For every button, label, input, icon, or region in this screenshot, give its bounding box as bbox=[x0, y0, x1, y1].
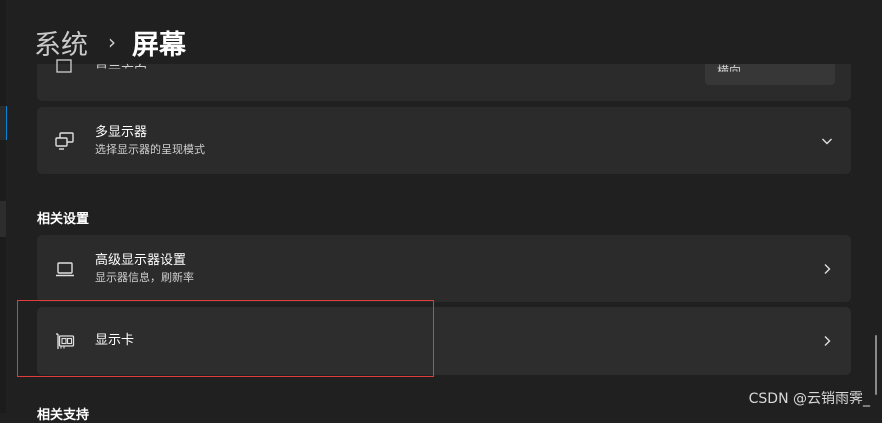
related-settings-heading: 相关设置 bbox=[37, 212, 90, 227]
scrollbar[interactable] bbox=[875, 335, 877, 395]
nav-pane-item[interactable] bbox=[0, 201, 6, 237]
multiple-displays-card[interactable]: 多显示器 选择显示器的呈现模式 bbox=[37, 107, 851, 174]
chevron-down-icon[interactable] bbox=[821, 135, 833, 147]
display-orientation-card: 显示方向 横向 bbox=[37, 59, 851, 101]
watermark: CSDN @云销雨霁_ bbox=[748, 391, 870, 407]
advanced-display-card[interactable]: 高级显示器设置 显示器信息，刷新率 bbox=[37, 235, 851, 302]
advanced-display-title: 高级显示器设置 bbox=[95, 253, 187, 268]
breadcrumb-system[interactable]: 系统 bbox=[34, 23, 88, 62]
multiple-displays-subtitle: 选择显示器的呈现模式 bbox=[95, 143, 205, 156]
red-highlight-annotation bbox=[17, 300, 434, 377]
related-support-heading: 相关支持 bbox=[37, 408, 90, 423]
nav-pane-selected-item[interactable] bbox=[0, 106, 7, 140]
display-orientation-dropdown[interactable]: 横向 bbox=[705, 64, 835, 85]
page-title: 屏幕 bbox=[132, 29, 186, 61]
advanced-display-subtitle: 显示器信息，刷新率 bbox=[95, 271, 194, 284]
display-orientation-title: 显示方向 bbox=[95, 64, 148, 79]
chevron-right-icon[interactable] bbox=[821, 335, 833, 347]
multiple-displays-icon bbox=[55, 131, 74, 150]
breadcrumb-separator: › bbox=[108, 30, 116, 54]
laptop-display-icon bbox=[56, 261, 74, 276]
display-orientation-value: 横向 bbox=[717, 64, 742, 78]
rotate-display-icon bbox=[56, 59, 72, 73]
multiple-displays-title: 多显示器 bbox=[95, 125, 148, 140]
chevron-right-icon[interactable] bbox=[821, 263, 833, 275]
